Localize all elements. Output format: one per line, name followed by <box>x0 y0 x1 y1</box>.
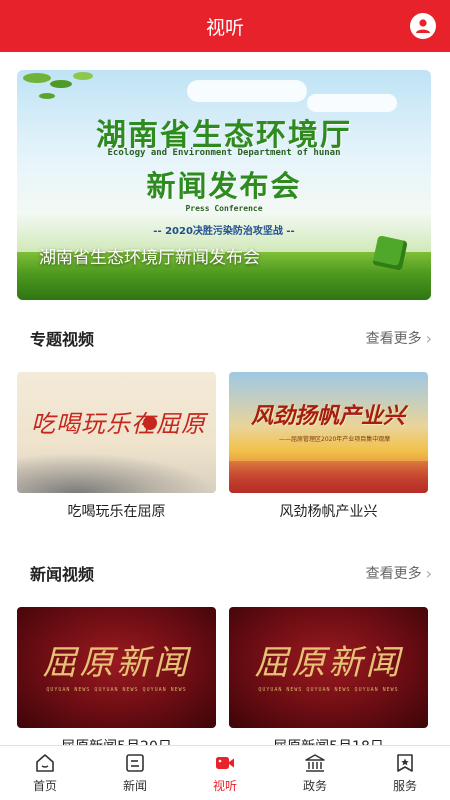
video-card[interactable]: 吃喝玩乐在屈原 吃喝玩乐在屈原 <box>17 372 216 521</box>
thumbnail-calligraphy: 屈原新闻 <box>42 643 191 683</box>
thumbnail-calligraphy: 风劲扬帆产业兴 <box>251 403 406 429</box>
banner-subheading: 新闻发布会 <box>146 169 302 203</box>
banner-english-subheading: Press Conference <box>185 204 263 213</box>
tab-service[interactable]: 服务 <box>360 746 450 800</box>
banner-caption: 湖南省生态环境厅新闻发布会 <box>39 248 260 268</box>
video-title: 屈原新闻5月20日 <box>17 736 216 745</box>
government-icon <box>305 754 325 772</box>
tab-news[interactable]: 新闻 <box>90 746 180 800</box>
thumbnail-subtitle: QUYUAN NEWS QUYUAN NEWS QUYUAN NEWS <box>258 687 399 693</box>
see-more-label: 查看更多 <box>365 331 422 347</box>
video-icon <box>216 757 234 769</box>
section-title: 专题视频 <box>30 330 95 349</box>
video-card[interactable]: 风劲扬帆产业兴 ——屈原管理区2020年产业项目集中观摩 风劲杨帆产业兴 <box>229 372 428 521</box>
tab-government[interactable]: 政务 <box>270 746 360 800</box>
news-icon <box>126 754 144 772</box>
video-thumbnail: 吃喝玩乐在屈原 <box>17 372 216 493</box>
app-screen: 视听 湖南省生态环境厅 Ecology and Environment Depa… <box>0 0 450 800</box>
tab-label: 新闻 <box>122 779 147 793</box>
chevron-right-icon: › <box>425 563 432 583</box>
thumbnail-calligraphy: 吃喝玩乐在屈原 <box>31 410 206 438</box>
section-title: 新闻视频 <box>30 565 95 584</box>
tab-home[interactable]: 首页 <box>0 746 90 800</box>
video-thumbnail: 风劲扬帆产业兴 ——屈原管理区2020年产业项目集中观摩 <box>229 372 428 493</box>
green-cube-decoration <box>372 235 408 271</box>
cloud-decoration <box>187 80 307 102</box>
video-title: 风劲杨帆产业兴 <box>279 504 378 520</box>
home-icon <box>36 754 54 772</box>
tab-label: 首页 <box>32 779 57 793</box>
video-thumbnail: 屈原新闻 QUYUAN NEWS QUYUAN NEWS QUYUAN NEWS <box>17 607 216 728</box>
content-area[interactable]: 湖南省生态环境厅 Ecology and Environment Departm… <box>0 52 450 745</box>
city-skyline-decoration <box>229 461 428 493</box>
tab-media[interactable]: 视听 <box>180 746 270 800</box>
chevron-right-icon: › <box>425 328 432 348</box>
see-more-button[interactable]: 查看更多 › <box>366 328 432 348</box>
ink-landscape-decoration <box>17 453 216 493</box>
special-videos-header: 专题视频 查看更多 › <box>30 326 432 350</box>
video-title: 屈原新闻5月18日 <box>229 736 428 745</box>
video-card[interactable]: 屈原新闻 QUYUAN NEWS QUYUAN NEWS QUYUAN NEWS… <box>229 607 428 745</box>
profile-button[interactable] <box>410 13 436 39</box>
thumbnail-calligraphy: 屈原新闻 <box>254 643 403 683</box>
thumbnail-subtitle: ——屈原管理区2020年产业项目集中观摩 <box>279 436 391 443</box>
video-card[interactable]: 屈原新闻 QUYUAN NEWS QUYUAN NEWS QUYUAN NEWS… <box>17 607 216 745</box>
thumbnail-subtitle: QUYUAN NEWS QUYUAN NEWS QUYUAN NEWS <box>46 687 187 693</box>
page-title: 视听 <box>205 16 244 39</box>
news-videos-header: 新闻视频 查看更多 › <box>30 561 432 585</box>
see-more-label: 查看更多 <box>365 566 422 582</box>
tab-label: 政务 <box>302 779 327 793</box>
top-bar: 视听 <box>0 0 450 52</box>
service-icon <box>397 754 413 772</box>
banner-carousel[interactable]: 湖南省生态环境厅 Ecology and Environment Departm… <box>17 70 431 300</box>
see-more-button[interactable]: 查看更多 › <box>366 563 432 583</box>
tab-label: 服务 <box>392 779 417 793</box>
user-icon <box>416 19 430 33</box>
banner-slogan: -- 2020决胜污染防治攻坚战 -- <box>153 226 295 237</box>
video-title: 吃喝玩乐在屈原 <box>67 504 166 520</box>
banner-english-heading: Ecology and Environment Department of hu… <box>107 148 341 158</box>
tab-label: 视听 <box>212 779 237 793</box>
bottom-tab-bar: 首页 新闻 视听 政务 服务 <box>0 745 450 800</box>
video-thumbnail: 屈原新闻 QUYUAN NEWS QUYUAN NEWS QUYUAN NEWS <box>229 607 428 728</box>
